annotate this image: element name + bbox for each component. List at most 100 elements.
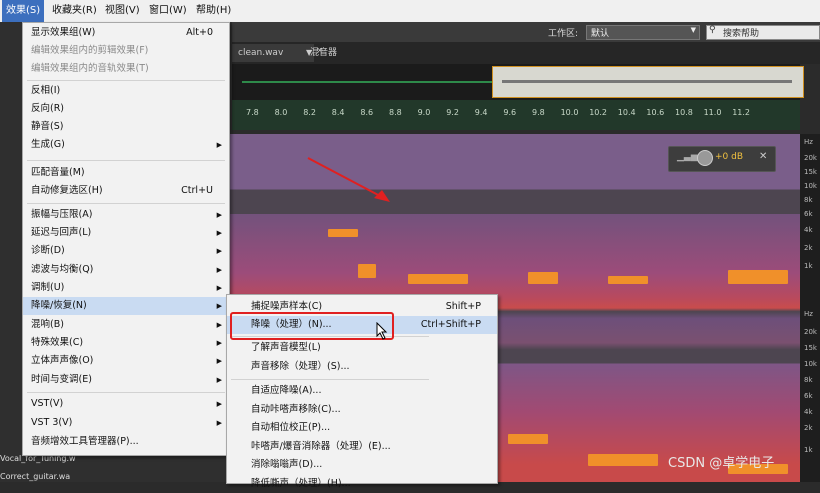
menu-item[interactable]: 显示效果组(W) Alt+0 [23,24,229,42]
menu-item[interactable]: 滤波与均衡(Q) ▶ [23,261,229,279]
menu-bar: 效果(S) 收藏夹(R) 视图(V) 窗口(W) 帮助(H) [0,0,820,23]
submenu-arrow-icon: ▶ [216,141,222,149]
ruler-tick: 9.4 [474,108,488,117]
ruler-tick: 8.4 [331,108,345,117]
menu-item-shortcut: Ctrl+Shift+P [420,319,481,330]
submenu-arrow-icon: ▶ [216,376,222,384]
tab-clean-wav[interactable]: clean.wav ▼ [232,44,314,62]
menu-item[interactable]: 降低嘶声（处理）(H)... [227,475,497,493]
menu-window[interactable]: 窗口(W) [145,0,191,22]
overview-waveform[interactable] [232,64,804,100]
editor-tabs: clean.wav ▼ × 混音器 [232,42,820,64]
ruler-tick: 10.8 [675,108,693,117]
menu-item[interactable]: 反相(I) [23,82,229,100]
menu-item-shortcut: Ctrl+U [181,185,213,196]
hz-label: 10k [804,360,817,368]
hz-label: 6k [804,210,813,218]
menu-help[interactable]: 帮助(H) [192,0,235,22]
menu-item-label: 编辑效果组内的剪辑效果(F) [31,45,149,56]
menu-item[interactable]: 反向(R) [23,100,229,118]
menu-item[interactable]: 静音(S) [23,118,229,136]
menu-effects[interactable]: 效果(S) [2,0,45,22]
menu-item[interactable]: 特殊效果(C) ▶ [23,334,229,352]
menu-item-label: 静音(S) [31,121,64,132]
ruler-tick: 11.2 [732,108,750,117]
hz-label: 10k [804,182,817,190]
menu-view[interactable]: 视图(V) [101,0,144,22]
submenu-arrow-icon: ▶ [216,321,222,329]
menu-item-label: 降低嘶声（处理）(H)... [251,478,351,489]
submenu-arrow-icon: ▶ [216,266,222,274]
menu-item[interactable]: 消除嗡嗡声(D)... [227,456,497,474]
menu-item-label: 匹配音量(M) [31,167,85,178]
search-help-input[interactable]: ⚲ 搜索帮助 [706,25,820,40]
menu-item[interactable]: 自动咔嗒声移除(C)... [227,401,497,419]
menu-item-label: 振幅与压限(A) [31,209,93,220]
menu-item-label: 调制(U) [31,282,65,293]
menu-item-label: 延迟与回声(L) [31,227,92,238]
toolbar: 工作区: 默认 ▼ ⚲ 搜索帮助 [232,22,820,42]
menu-item[interactable]: 诊断(D) ▶ [23,242,229,260]
menu-item-label: 消除嗡嗡声(D)... [251,459,323,470]
menu-item-label: 音频增效工具管理器(P)... [31,436,139,447]
menu-separator [27,392,225,393]
submenu-arrow-icon: ▶ [216,302,222,310]
volume-control: ▁▃▅ +0 dB ✕ [668,146,776,172]
menu-item[interactable]: VST 3(V) ▶ [23,414,229,432]
menu-item-label: 混响(B) [31,319,64,330]
ruler-tick: 7.8 [246,108,259,117]
menu-item[interactable]: 音频增效工具管理器(P)... [23,433,229,451]
menu-item-label: VST 3(V) [31,417,73,428]
ruler-tick: 9.8 [532,108,545,117]
menu-item[interactable]: 调制(U) ▶ [23,279,229,297]
ruler-tick: 8.2 [303,108,316,117]
hz-label: 20k [804,328,817,336]
hz-label: 1k [804,446,813,454]
menu-item[interactable]: 声音移除（处理）(S)... [227,358,497,376]
menu-item[interactable]: 混响(B) ▶ [23,316,229,334]
menu-item: 编辑效果组内的音轨效果(T) [23,60,229,78]
hz-label: 15k [804,168,817,176]
workspace-select[interactable]: 默认 ▼ [586,25,700,40]
menu-item-label: 自动修复选区(H) [31,185,103,196]
menu-item[interactable]: 立体声声像(O) ▶ [23,352,229,370]
file-item[interactable]: Correct_guitar.wa [0,472,70,481]
menu-item-label: 反向(R) [31,103,65,114]
menu-item[interactable]: 生成(G) ▶ [23,136,229,154]
ruler-tick: 8.0 [274,108,288,117]
menu-item[interactable]: 自适应降噪(A)... [227,382,497,400]
effects-menu: 显示效果组(W) Alt+0 编辑效果组内的剪辑效果(F) 编辑效果组内的音轨效果(T… [22,22,230,456]
menu-item[interactable]: 振幅与压限(A) ▶ [23,206,229,224]
ruler-tick: 10.2 [589,108,607,117]
menu-favorites[interactable]: 收藏夹(R) [48,0,101,22]
menu-item[interactable]: 延迟与回声(L) ▶ [23,224,229,242]
pin-icon[interactable]: ✕ [759,151,767,162]
menu-item[interactable]: 咔嗒声/爆音消除器（处理）(E)... [227,438,497,456]
menu-item[interactable]: 自动相位校正(P)... [227,419,497,437]
menu-item-label: 编辑效果组内的音轨效果(T) [31,63,149,74]
hz-label: 20k [804,154,817,162]
menu-item[interactable]: 了解声音模型(L) [227,339,497,357]
highlight-box [230,312,394,340]
hz-label: 2k [804,424,813,432]
ruler-tick: 10.0 [560,108,579,117]
hz-label: 8k [804,196,813,204]
submenu-arrow-icon: ▶ [216,284,222,292]
menu-item[interactable]: 降噪/恢复(N) ▶ [23,297,229,315]
volume-knob[interactable] [697,150,713,166]
ruler-tick: 9.6 [503,108,517,117]
menu-item-label: VST(V) [31,398,64,409]
tab-mixer[interactable]: 混音器 [304,44,343,62]
menu-item-label: 咔嗒声/爆音消除器（处理）(E)... [251,441,391,452]
hz-label: 6k [804,392,813,400]
menu-item[interactable]: 时间与变调(E) ▶ [23,371,229,389]
menu-item-label: 立体声声像(O) [31,355,94,366]
time-ruler[interactable]: 7.8 8.0 8.2 8.4 8.6 8.8 9.0 9.2 9.4 9.6 9.8 10.0 10.… [232,100,800,130]
search-icon: ⚲ [709,25,716,35]
menu-item[interactable]: 自动修复选区(H) Ctrl+U [23,182,229,200]
mouse-cursor-icon [376,322,388,340]
menu-item[interactable]: 匹配音量(M) [23,164,229,182]
menu-item[interactable]: VST(V) ▶ [23,395,229,413]
menu-separator [27,160,225,161]
ruler-tick: 9.0 [417,108,431,117]
